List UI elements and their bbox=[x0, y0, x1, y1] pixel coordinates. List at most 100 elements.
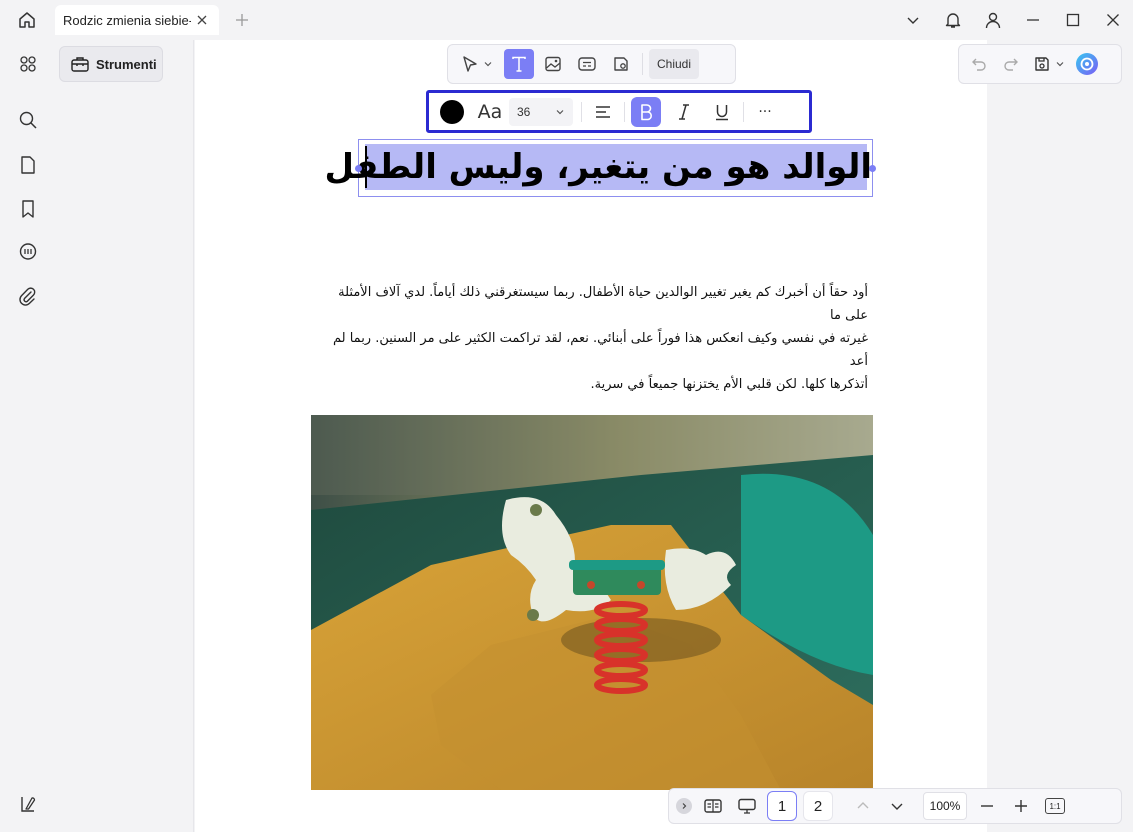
rail-search-button[interactable] bbox=[14, 106, 42, 134]
toolbox-icon bbox=[71, 57, 89, 72]
undo-icon bbox=[972, 58, 986, 71]
notifications-button[interactable] bbox=[933, 4, 973, 36]
home-button[interactable] bbox=[14, 8, 40, 32]
zoom-level[interactable]: 100% bbox=[923, 792, 967, 820]
bold-icon bbox=[641, 103, 652, 120]
image-tool-button[interactable] bbox=[538, 49, 568, 79]
grid-icon bbox=[20, 56, 36, 72]
new-tab-button[interactable] bbox=[233, 11, 251, 29]
close-window-button[interactable] bbox=[1093, 4, 1133, 36]
font-size-select[interactable]: 36 bbox=[509, 97, 573, 126]
edit-toolbar: Chiudi bbox=[447, 44, 736, 84]
rail-settings-button[interactable] bbox=[14, 790, 42, 818]
toolbar-separator bbox=[624, 101, 625, 122]
rail-comments-button[interactable] bbox=[14, 238, 42, 266]
document-tab-label: Rodzic zmienia siebie-ar bbox=[63, 12, 191, 28]
stamp-tool-button[interactable] bbox=[606, 49, 636, 79]
tabs-dropdown-button[interactable] bbox=[893, 4, 933, 36]
window-controls bbox=[893, 4, 1133, 36]
expand-nav-button[interactable] bbox=[675, 792, 693, 820]
save-button[interactable] bbox=[1029, 50, 1069, 78]
font-family-button[interactable]: Aa bbox=[475, 97, 505, 127]
layers-icon bbox=[21, 797, 36, 812]
ai-assistant-button[interactable] bbox=[1073, 50, 1101, 78]
close-edit-button[interactable]: Chiudi bbox=[649, 49, 700, 79]
undo-button[interactable] bbox=[965, 50, 993, 78]
toolbar-separator bbox=[642, 53, 643, 75]
reading-mode-button[interactable] bbox=[699, 792, 727, 820]
redo-button[interactable] bbox=[997, 50, 1025, 78]
resize-handle-left[interactable] bbox=[355, 165, 362, 172]
bold-button[interactable] bbox=[631, 96, 661, 127]
document-image[interactable] bbox=[311, 415, 873, 790]
text-format-toolbar: Aa 36 ··· bbox=[426, 90, 812, 133]
chevron-down-icon bbox=[907, 17, 919, 24]
zoom-in-button[interactable] bbox=[1007, 792, 1035, 820]
body-paragraph[interactable]: أود حقاً أن أخبرك كم يغير تغيير الوالدين… bbox=[318, 281, 868, 396]
page-1-button[interactable]: 1 bbox=[767, 791, 797, 821]
document-title[interactable]: الوالد هو من يتغير، وليس الطفل bbox=[324, 142, 872, 192]
expand-circle bbox=[676, 798, 692, 814]
rail-attachments-button[interactable] bbox=[14, 283, 42, 311]
minus-icon bbox=[981, 805, 993, 807]
italic-button[interactable] bbox=[669, 97, 699, 127]
rail-thumbnails-button[interactable] bbox=[14, 50, 42, 78]
redo-icon bbox=[1004, 58, 1018, 71]
rail-pages-button[interactable] bbox=[14, 151, 42, 179]
rail-bookmarks-button[interactable] bbox=[14, 195, 42, 223]
tool-panel: Strumenti bbox=[55, 40, 194, 832]
paragraph-line: غيرته في نفسي وكيف انعكس هذا فوراً على أ… bbox=[332, 331, 868, 369]
search-icon bbox=[19, 111, 37, 129]
comment-icon bbox=[19, 243, 37, 260]
link-tool-button[interactable] bbox=[572, 49, 602, 79]
zoom-out-button[interactable] bbox=[973, 792, 1001, 820]
underline-button[interactable] bbox=[707, 97, 737, 127]
close-icon bbox=[197, 15, 207, 25]
canvas-right-gutter bbox=[987, 40, 1133, 832]
document-tab[interactable]: Rodzic zmienia siebie-ar bbox=[55, 5, 219, 35]
ai-assistant-icon bbox=[1076, 53, 1098, 75]
strumenti-label: Strumenti bbox=[96, 56, 157, 72]
plus-icon bbox=[236, 14, 248, 26]
title-text-box[interactable]: الوالد هو من يتغير، وليس الطفل bbox=[324, 139, 876, 197]
tab-close-button[interactable] bbox=[195, 13, 209, 27]
bookmark-icon bbox=[22, 200, 34, 218]
minimize-button[interactable] bbox=[1013, 4, 1053, 36]
maximize-icon bbox=[1066, 13, 1080, 27]
chevron-down-icon bbox=[891, 803, 903, 810]
paperclip-icon bbox=[19, 287, 36, 306]
page-icon bbox=[21, 156, 35, 174]
chevron-up-icon bbox=[857, 802, 869, 809]
resize-handle-right[interactable] bbox=[869, 165, 876, 172]
minimize-icon bbox=[1027, 19, 1039, 21]
text-tool-button[interactable] bbox=[504, 49, 534, 79]
actual-size-button[interactable]: 1:1 bbox=[1041, 792, 1069, 820]
link-icon bbox=[578, 57, 596, 71]
strumenti-button[interactable]: Strumenti bbox=[59, 46, 163, 82]
align-button[interactable] bbox=[588, 97, 618, 127]
toolbar-separator bbox=[581, 101, 582, 122]
left-rail bbox=[0, 40, 55, 832]
previous-page-button[interactable] bbox=[849, 792, 877, 820]
close-icon bbox=[1107, 14, 1119, 26]
align-left-icon bbox=[596, 105, 610, 118]
actual-size-label: 1:1 bbox=[1045, 798, 1065, 814]
history-toolbar bbox=[958, 44, 1122, 84]
user-icon bbox=[985, 12, 1001, 29]
home-icon bbox=[19, 12, 35, 28]
page-2-button[interactable]: 2 bbox=[803, 791, 833, 821]
select-tool-button[interactable] bbox=[454, 49, 500, 79]
next-page-button[interactable] bbox=[883, 792, 911, 820]
maximize-button[interactable] bbox=[1053, 4, 1093, 36]
more-options-button[interactable]: ··· bbox=[750, 97, 780, 127]
chevron-right-icon bbox=[682, 803, 687, 809]
cursor-icon bbox=[463, 56, 477, 72]
text-color-button[interactable] bbox=[437, 97, 467, 127]
spring-rider-photo bbox=[311, 415, 873, 790]
account-button[interactable] bbox=[973, 4, 1013, 36]
presentation-button[interactable] bbox=[733, 792, 761, 820]
chevron-down-icon bbox=[556, 109, 564, 114]
save-icon bbox=[1035, 57, 1049, 71]
paragraph-line: أتذكرها كلها. لكن قلبي الأم يختزنها جميع… bbox=[590, 377, 868, 392]
stamp-icon bbox=[614, 57, 628, 71]
